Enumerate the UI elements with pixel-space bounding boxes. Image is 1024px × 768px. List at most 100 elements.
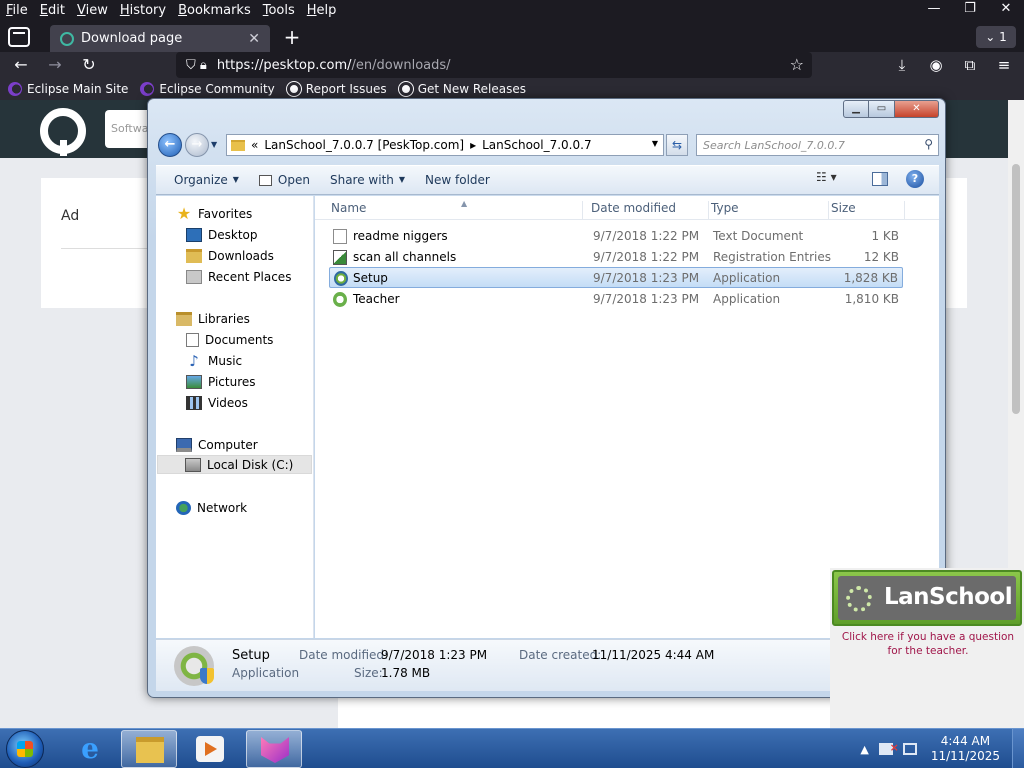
show-desktop-button[interactable] xyxy=(1012,729,1024,768)
address-dropdown-icon[interactable]: ▼ xyxy=(652,139,658,148)
explorer-address-bar[interactable]: « LanSchool_7.0.0.7 [PeskTop.com] ▸ LanS… xyxy=(226,134,664,156)
lanschool-name: LanSchool xyxy=(884,584,1013,610)
reload-button[interactable]: ↻ xyxy=(78,54,100,76)
desktop-icon xyxy=(186,227,202,242)
star-icon: ★ xyxy=(176,203,192,223)
breadcrumb-current-folder[interactable]: LanSchool_7.0.0.7 xyxy=(482,138,591,152)
nav-computer[interactable]: Computer xyxy=(176,435,258,454)
nav-libraries[interactable]: Libraries xyxy=(176,309,250,328)
account-icon[interactable]: ◉ xyxy=(926,54,946,76)
new-tab-button[interactable]: + xyxy=(280,27,304,49)
start-button[interactable] xyxy=(6,730,44,768)
file-row-readme[interactable]: readme niggers 9/7/2018 1:22 PM Text Doc… xyxy=(329,226,903,247)
hamburger-menu-icon[interactable]: ≡ xyxy=(994,54,1014,76)
change-view-icon[interactable]: ☷ ▾ xyxy=(816,170,837,184)
file-row-scan-all-channels[interactable]: scan all channels 9/7/2018 1:22 PM Regis… xyxy=(329,247,903,268)
back-button[interactable]: ← xyxy=(10,54,32,76)
explorer-close-button[interactable]: ✕ xyxy=(895,100,939,118)
explorer-minimize-button[interactable]: ▁ xyxy=(843,100,869,118)
column-name[interactable]: Name ▲ xyxy=(329,199,583,219)
lanschool-logo[interactable]: LanSchool xyxy=(832,570,1022,626)
preview-pane-icon[interactable] xyxy=(872,172,888,186)
recent-locations-chevron-icon[interactable]: ▼ xyxy=(211,140,217,149)
nav-downloads[interactable]: Downloads xyxy=(186,246,274,265)
help-icon[interactable]: ? xyxy=(906,170,924,188)
breadcrumb-overflow[interactable]: « xyxy=(251,138,258,152)
taskbar-media-player[interactable] xyxy=(182,730,238,768)
scrollbar-thumb[interactable] xyxy=(1012,164,1020,414)
recent-places-icon xyxy=(186,269,202,284)
site-logo-icon[interactable] xyxy=(40,108,86,156)
menu-edit[interactable]: Edit xyxy=(34,0,71,22)
nav-music[interactable]: ♪ Music xyxy=(186,351,242,370)
url-text[interactable]: https://pesktop.com//en/downloads/ xyxy=(217,58,451,73)
explorer-forward-button[interactable]: → xyxy=(185,133,209,157)
firefox-navbar: ← → ↻ ⛉ 🔒︎ https://pesktop.com//en/downl… xyxy=(0,52,1024,78)
taskbar-browser[interactable] xyxy=(246,730,302,768)
nav-documents[interactable]: Documents xyxy=(186,330,273,349)
menu-bookmarks[interactable]: Bookmarks xyxy=(172,0,257,22)
restore-button[interactable]: ❐ xyxy=(952,0,988,22)
lanschool-question-link[interactable]: Click here if you have a question for th… xyxy=(834,630,1022,658)
explorer-search-input[interactable]: Search LanSchool_7.0.0.7 ⚲ xyxy=(696,134,939,156)
lanschool-widget[interactable]: LanSchool Click here if you have a quest… xyxy=(830,568,1024,728)
details-pane: Setup Application Date modified: 9/7/201… xyxy=(156,639,939,691)
clock[interactable]: 4:44 AM 11/11/2025 xyxy=(931,734,1000,764)
network-status-icon[interactable] xyxy=(902,743,917,755)
menu-history[interactable]: History xyxy=(114,0,172,22)
search-icon[interactable]: ⚲ xyxy=(924,137,933,151)
bookmark-star-icon[interactable]: ☆ xyxy=(790,55,804,74)
menu-file[interactable]: File xyxy=(0,0,34,22)
bookmark-eclipse-community[interactable]: Eclipse Community xyxy=(140,82,275,96)
tab-title: Download page xyxy=(81,31,183,46)
nav-favorites[interactable]: ★ Favorites xyxy=(176,204,252,223)
explorer-maximize-button[interactable]: ▭ xyxy=(869,100,895,118)
taskbar-windows-explorer[interactable] xyxy=(121,730,177,768)
nav-desktop[interactable]: Desktop xyxy=(186,225,258,244)
nav-videos[interactable]: Videos xyxy=(186,393,248,412)
breadcrumb-separator-icon[interactable]: ▸ xyxy=(470,138,476,152)
close-button[interactable]: ✕ xyxy=(988,0,1024,22)
firefox-view-icon[interactable] xyxy=(8,27,30,47)
list-all-tabs-button[interactable]: ⌄ 1 xyxy=(976,26,1016,48)
folder-icon xyxy=(231,139,245,151)
nav-local-disk[interactable]: Local Disk (C:) xyxy=(157,455,312,474)
nav-recent-places[interactable]: Recent Places xyxy=(186,267,291,286)
explorer-refresh-button[interactable]: ⇆ xyxy=(666,134,688,156)
details-date-created-label: Date created: xyxy=(519,648,602,662)
bookmark-get-new-releases[interactable]: Get New Releases xyxy=(398,82,526,96)
volume-muted-icon[interactable] xyxy=(878,741,899,755)
menu-tools[interactable]: Tools xyxy=(257,0,301,22)
menu-view[interactable]: View xyxy=(71,0,114,22)
url-bar[interactable]: ⛉ 🔒︎ https://pesktop.com//en/downloads/ … xyxy=(176,52,812,78)
bookmark-report-issues[interactable]: Report Issues xyxy=(286,82,387,96)
open-button[interactable]: Open xyxy=(249,168,320,192)
bookmark-eclipse-main-site[interactable]: Eclipse Main Site xyxy=(8,82,128,96)
sort-ascending-icon: ▲ xyxy=(461,199,468,208)
nav-pictures[interactable]: Pictures xyxy=(186,372,256,391)
show-hidden-icons-icon[interactable]: ▲ xyxy=(860,743,868,756)
shield-lock-icon[interactable]: ⛉ 🔒︎ xyxy=(186,58,207,73)
file-row-teacher[interactable]: Teacher 9/7/2018 1:23 PM Application 1,8… xyxy=(329,289,903,310)
tab-close-icon[interactable]: ✕ xyxy=(248,31,260,47)
extensions-icon[interactable]: ⧉ xyxy=(960,54,980,76)
column-date-modified[interactable]: Date modified xyxy=(589,201,709,219)
column-type[interactable]: Type xyxy=(709,201,829,219)
menu-help[interactable]: Help xyxy=(301,0,343,22)
explorer-back-button[interactable]: ← xyxy=(158,133,182,157)
tab-download-page[interactable]: Download page ✕ xyxy=(50,25,270,52)
share-with-button[interactable]: Share with ▼ xyxy=(320,168,415,192)
forward-button[interactable]: → xyxy=(44,54,66,76)
minimize-button[interactable]: — xyxy=(916,0,952,22)
new-folder-button[interactable]: New folder xyxy=(415,168,500,192)
downloads-icon[interactable]: ⤓ xyxy=(892,54,912,76)
breadcrumb-parent-folder[interactable]: LanSchool_7.0.0.7 [PeskTop.com] xyxy=(264,138,464,152)
nav-network[interactable]: Network xyxy=(176,498,247,517)
file-row-setup[interactable]: Setup 9/7/2018 1:23 PM Application 1,828… xyxy=(329,267,903,288)
taskbar-internet-explorer[interactable]: e xyxy=(62,730,118,768)
hard-disk-icon xyxy=(185,457,201,472)
organize-button[interactable]: Organize ▼ xyxy=(164,168,249,192)
column-size[interactable]: Size xyxy=(829,201,905,219)
eclipse-icon xyxy=(8,82,22,96)
libraries-icon xyxy=(176,311,192,326)
